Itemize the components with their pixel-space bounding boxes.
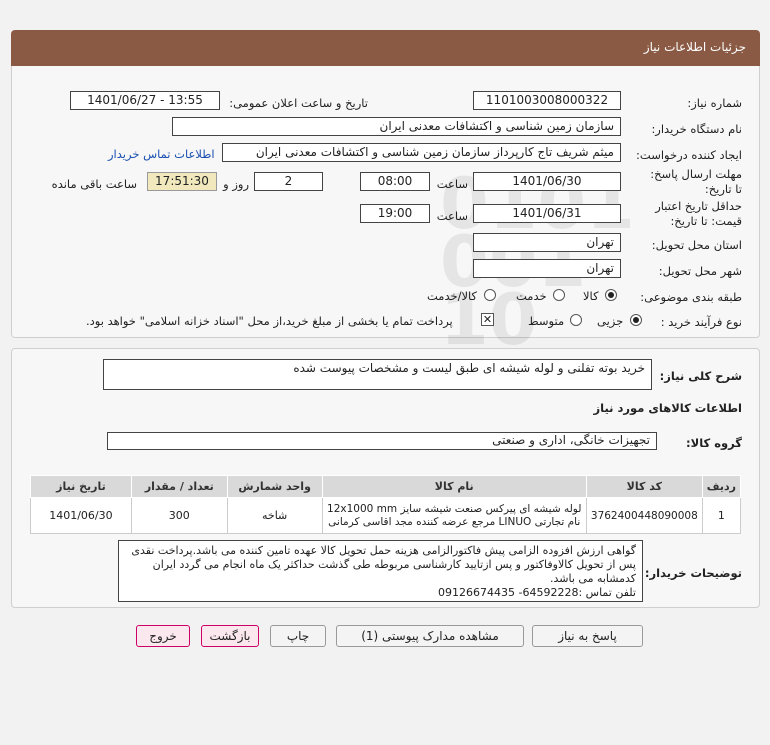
deadline-time-label: ساعت: [436, 177, 468, 191]
col-name: نام کالا: [321, 475, 587, 498]
validity-date-field: 1401/06/31: [473, 204, 621, 223]
cell-date: 1401/06/30: [30, 497, 132, 534]
announce-label: تاریخ و ساعت اعلان عمومی:: [229, 96, 368, 110]
col-qty: تعداد / مقدار: [130, 475, 228, 498]
col-date: تاریخ نیاز: [30, 475, 132, 498]
col-unit: واحد شمارش: [226, 475, 323, 498]
treasury-payment-checkbox[interactable]: ✕: [481, 313, 494, 326]
days-remaining-field: 2: [254, 172, 323, 191]
goods-group-field: تجهیزات خانگی، اداری و صنعتی: [107, 432, 657, 450]
print-button[interactable]: چاپ: [270, 625, 326, 647]
view-attachments-button[interactable]: مشاهده مدارک پیوستی (1): [336, 625, 524, 647]
creator-field: میثم شریف تاج کارپرداز سازمان زمین شناسی…: [222, 143, 621, 162]
validity-label: حداقل تاریخ اعتبار قیمت: تا تاریخ:: [642, 199, 742, 229]
deadline-label: مهلت ارسال پاسخ: تا تاریخ:: [642, 167, 742, 197]
delivery-city-label: شهر محل تحویل:: [658, 264, 742, 278]
summary-field: خرید بوته تفلنی و لوله شیشه ای طبق لیست …: [103, 359, 652, 390]
buyer-notes-text: گواهی ارزش افزوده الزامی پیش فاکتورالزام…: [131, 544, 636, 585]
validity-time-field: 19:00: [360, 204, 430, 223]
buyer-org-label: نام دستگاه خریدار:: [651, 122, 742, 136]
process-medium-radio[interactable]: [570, 314, 582, 326]
page-title: جزئیات اطلاعات نیاز: [643, 40, 746, 54]
deadline-label-text: مهلت ارسال پاسخ: تا تاریخ:: [650, 167, 742, 196]
col-row: ردیف: [701, 475, 742, 498]
cell-row: 1: [701, 497, 742, 534]
validity-label-text: حداقل تاریخ اعتبار قیمت: تا تاریخ:: [655, 199, 742, 228]
validity-time-label: ساعت: [436, 209, 468, 223]
remaining-time-field: 17:51:30: [147, 172, 217, 191]
treasury-payment-note: پرداخت تمام یا بخشی از مبلغ خرید،از محل …: [86, 314, 453, 328]
table-row: 1 3762400448090008 لوله شیشه ای پیرکس صن…: [30, 497, 742, 534]
buyer-notes-label: توضیحات خریدار:: [644, 566, 742, 580]
cell-code: 3762400448090008: [585, 497, 703, 534]
need-number-field: 1101003008000322: [473, 91, 621, 110]
process-small-radio[interactable]: [630, 314, 642, 326]
need-number-label: شماره نیاز:: [687, 96, 742, 110]
process-medium-label: متوسط: [528, 314, 565, 328]
buyer-notes-phone: تلفن تماس :64592228- 09126674435: [438, 586, 636, 599]
category-goods-radio[interactable]: [605, 289, 617, 301]
buyer-contact-link[interactable]: اطلاعات تماس خریدار: [108, 147, 215, 161]
exit-button[interactable]: خروج: [136, 625, 190, 647]
delivery-province-label: استان محل تحویل:: [651, 238, 742, 252]
category-goods-label: کالا: [583, 289, 599, 303]
goods-info-title: اطلاعات کالاهای مورد نیاز: [593, 401, 742, 415]
category-service-radio[interactable]: [553, 289, 565, 301]
deadline-date-field: 1401/06/30: [473, 172, 621, 191]
process-small-label: جزیی: [597, 314, 624, 328]
category-goods-service-radio[interactable]: [484, 289, 496, 301]
delivery-province-field: تهران: [473, 233, 621, 252]
cell-name: لوله شیشه ای پیرکس صنعت شیشه سایز 12x100…: [321, 497, 587, 534]
process-label: نوع فرآیند خرید :: [660, 315, 742, 329]
category-goods-service-label: کالا/خدمت: [427, 289, 478, 303]
deadline-time-field: 08:00: [360, 172, 430, 191]
cell-unit: شاخه: [226, 497, 323, 534]
goods-table-header: ردیف کد کالا نام کالا واحد شمارش تعداد /…: [30, 475, 742, 498]
category-service-label: خدمت: [516, 289, 547, 303]
cell-qty: 300: [130, 497, 228, 534]
col-code: کد کالا: [585, 475, 703, 498]
page-header: جزئیات اطلاعات نیاز: [11, 30, 760, 66]
remaining-label: ساعت باقی مانده: [51, 177, 137, 191]
summary-label: شرح کلی نیاز:: [659, 369, 742, 383]
announce-field: 1401/06/27 - 13:55: [70, 91, 220, 110]
creator-label: ایجاد کننده درخواست:: [636, 148, 742, 162]
buyer-org-field: سازمان زمین شناسی و اکتشافات معدنی ایران: [172, 117, 621, 136]
goods-group-label: گروه کالا:: [686, 436, 742, 450]
reply-button[interactable]: پاسخ به نیاز: [532, 625, 643, 647]
goods-table: ردیف کد کالا نام کالا واحد شمارش تعداد /…: [30, 475, 742, 534]
back-button[interactable]: بازگشت: [201, 625, 259, 647]
buyer-notes-field: گواهی ارزش افزوده الزامی پیش فاکتورالزام…: [118, 540, 643, 602]
days-label: روز و: [223, 177, 249, 191]
category-label: طبقه بندی موضوعی:: [640, 290, 742, 304]
delivery-city-field: تهران: [473, 259, 621, 278]
